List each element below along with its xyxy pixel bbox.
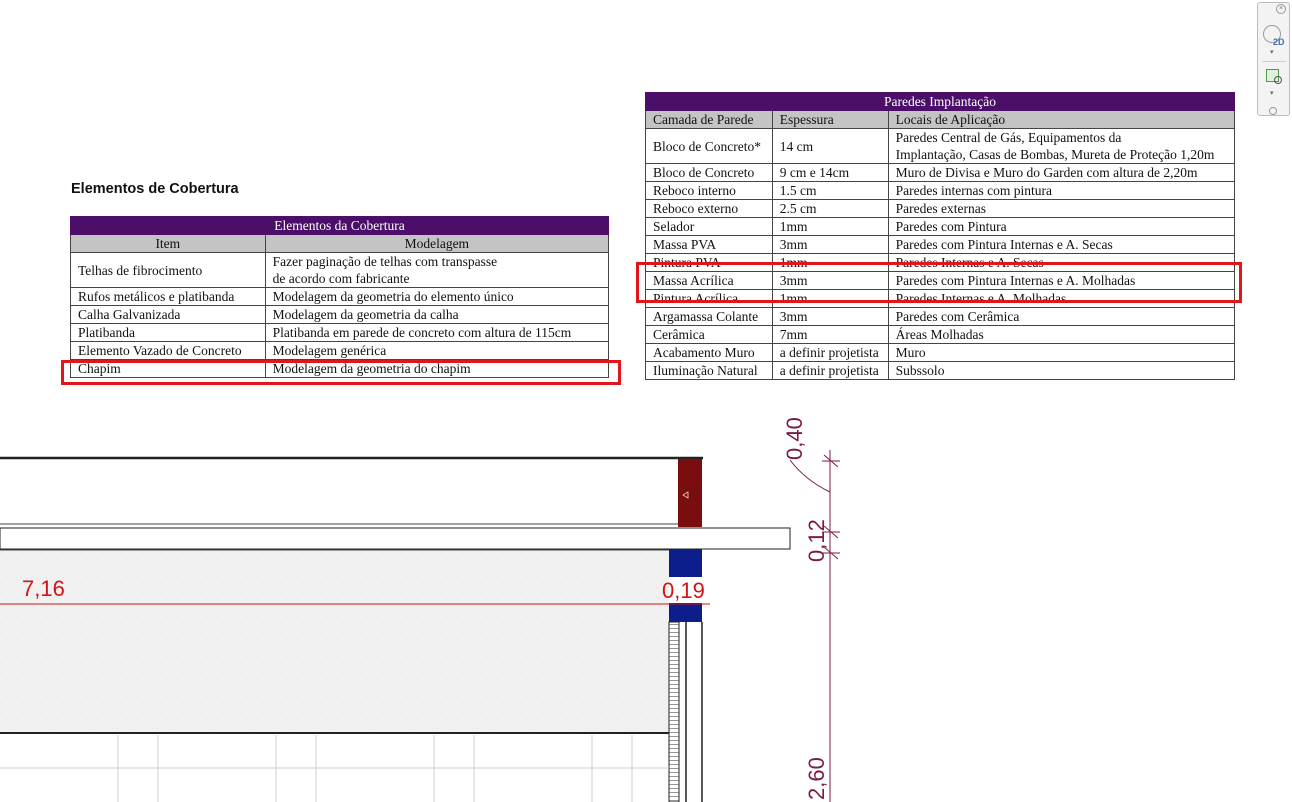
table-cell: Bloco de Concreto* <box>645 128 773 164</box>
table-cell: Fazer paginação de telhas com transpasse… <box>264 252 610 288</box>
table-cell: 3mm <box>771 235 889 254</box>
table-cell: 1.5 cm <box>771 181 889 200</box>
wall-slab <box>0 550 669 733</box>
table-row: Bloco de Concreto 9 cm e 14cm Muro de Divi… <box>645 163 1236 182</box>
dimension-label-716: 7,16 <box>22 576 65 601</box>
table-cell: Telhas de fibrocimento <box>70 252 266 288</box>
table-title-row: Paredes Implantação <box>645 92 1235 111</box>
table-cell: Paredes internas com pintura <box>887 181 1236 200</box>
table-cell: 7mm <box>771 325 889 344</box>
highlight-box-acrilica <box>636 262 1242 303</box>
table-title-row: Elementos da Cobertura <box>70 216 609 235</box>
table-cell: Reboco externo <box>645 199 773 218</box>
table-cell: Muro de Divisa e Muro do Garden com altu… <box>887 163 1236 182</box>
cell-line: Fazer paginação de telhas com transpasse <box>272 254 498 269</box>
cad-drawing[interactable] <box>0 400 1292 802</box>
table-row: Bloco de Concreto* 14 cm Paredes Central… <box>645 128 1236 164</box>
navigation-bar: × 2D ▾ ▾ <box>1257 2 1290 116</box>
dimension-label-012: 0,12 <box>804 519 829 562</box>
column-header: Camada de Parede <box>645 110 773 129</box>
column-header: Espessura <box>771 110 889 129</box>
table-header-row: Item Modelagem <box>70 234 610 253</box>
table-cell: Cerâmica <box>645 325 773 344</box>
column-header: Locais de Aplicação <box>887 110 1236 129</box>
table-cell: Paredes com Pintura Internas e A. Secas <box>887 235 1236 254</box>
table-cell: Paredes com Pintura <box>887 217 1236 236</box>
concrete-block <box>669 549 702 577</box>
table-cell: Áreas Molhadas <box>887 325 1236 344</box>
platibanda <box>678 459 702 527</box>
table-row: Cerâmica 7mm Áreas Molhadas <box>645 325 1236 344</box>
table-row: Calha Galvanizada Modelagem da geometria… <box>70 305 610 324</box>
table-cell: Platibanda <box>70 323 266 342</box>
table-cell: 3mm <box>771 307 889 326</box>
table-cell: Subssolo <box>887 361 1236 380</box>
paredes-table: Paredes Implantação Camada de Parede Esp… <box>645 92 1236 380</box>
table-cell: Bloco de Concreto <box>645 163 773 182</box>
table-cell: Modelagem da geometria do elemento único <box>264 287 610 306</box>
concrete-block <box>669 603 702 622</box>
table-title: Paredes Implantação <box>645 92 1235 111</box>
highlight-box-chapim <box>61 360 621 385</box>
chevron-down-icon[interactable]: ▾ <box>1270 89 1274 97</box>
cell-line: de acordo com fabricante <box>272 271 410 286</box>
table-cell: Selador <box>645 217 773 236</box>
table-header-row: Camada de Parede Espessura Locais de Apl… <box>645 110 1236 129</box>
column-header: Modelagem <box>264 234 610 253</box>
dimension-label-019: 0,19 <box>662 578 705 603</box>
hatched-wall <box>668 621 680 802</box>
table-cell: Massa PVA <box>645 235 773 254</box>
table-row: Reboco externo 2.5 cm Paredes externas <box>645 199 1236 218</box>
table-row: Platibanda Platibanda em parede de concr… <box>70 323 610 342</box>
table-cell: Acabamento Muro <box>645 343 773 362</box>
table-row: Rufos metálicos e platibanda Modelagem d… <box>70 287 610 306</box>
cell-line: Implantação, Casas de Bombas, Mureta de … <box>895 147 1215 162</box>
table-cell: Reboco interno <box>645 181 773 200</box>
table-row: Reboco interno 1.5 cm Paredes internas com… <box>645 181 1236 200</box>
table-cell: Platibanda em parede de concreto com alt… <box>264 323 610 342</box>
table-cell: Iluminação Natural <box>645 361 773 380</box>
magnifier-icon <box>1274 76 1282 84</box>
table-title: Elementos da Cobertura <box>70 216 609 235</box>
divider <box>1262 61 1286 62</box>
table-cell: 14 cm <box>771 128 889 164</box>
table-cell: 9 cm e 14cm <box>771 163 889 182</box>
cobertura-table: Elementos da Cobertura Item Modelagem Te… <box>70 216 610 378</box>
table-cell: Paredes externas <box>887 199 1236 218</box>
table-row: Acabamento Muro a definir projetista Muro <box>645 343 1236 362</box>
table-cell: Modelagem genérica <box>264 341 610 360</box>
table-cell: Rufos metálicos e platibanda <box>70 287 266 306</box>
table-cell: Calha Galvanizada <box>70 305 266 324</box>
chevron-down-icon[interactable]: ▾ <box>1270 48 1274 56</box>
table-cell: 1mm <box>771 217 889 236</box>
chapim-slab <box>0 527 791 550</box>
table-row: Elemento Vazado de Concreto Modelagem ge… <box>70 341 610 360</box>
dimension-label-260: 2,60 <box>804 757 829 800</box>
table-cell: Paredes com Cerâmica <box>887 307 1236 326</box>
section-title: Elementos de Cobertura <box>71 181 239 197</box>
table-cell: Muro <box>887 343 1236 362</box>
column-header: Item <box>70 234 266 253</box>
table-row: Selador 1mm Paredes com Pintura <box>645 217 1236 236</box>
table-cell: a definir projetista <box>771 343 889 362</box>
table-row: Telhas de fibrocimento Fazer paginação d… <box>70 252 610 288</box>
table-cell: 2.5 cm <box>771 199 889 218</box>
table-row: Argamassa Colante 3mm Paredes com Cerâmica <box>645 307 1236 326</box>
cell-line: Paredes Central de Gás, Equipamentos da <box>895 130 1122 145</box>
customize-icon[interactable] <box>1269 107 1277 115</box>
table-row: Massa PVA 3mm Paredes com Pintura Internas… <box>645 235 1236 254</box>
table-cell: Modelagem da geometria da calha <box>264 305 610 324</box>
table-cell: a definir projetista <box>771 361 889 380</box>
view-mode-2d[interactable]: 2D <box>1273 37 1285 47</box>
table-cell: Elemento Vazado de Concreto <box>70 341 266 360</box>
dimension-label-040: 0,40 <box>782 417 807 460</box>
close-icon[interactable]: × <box>1276 4 1286 14</box>
table-cell: Argamassa Colante <box>645 307 773 326</box>
table-row: Iluminação Natural a definir projetista Su… <box>645 361 1236 380</box>
floor-grid <box>0 735 669 802</box>
table-cell: Paredes Central de Gás, Equipamentos da … <box>887 128 1236 164</box>
